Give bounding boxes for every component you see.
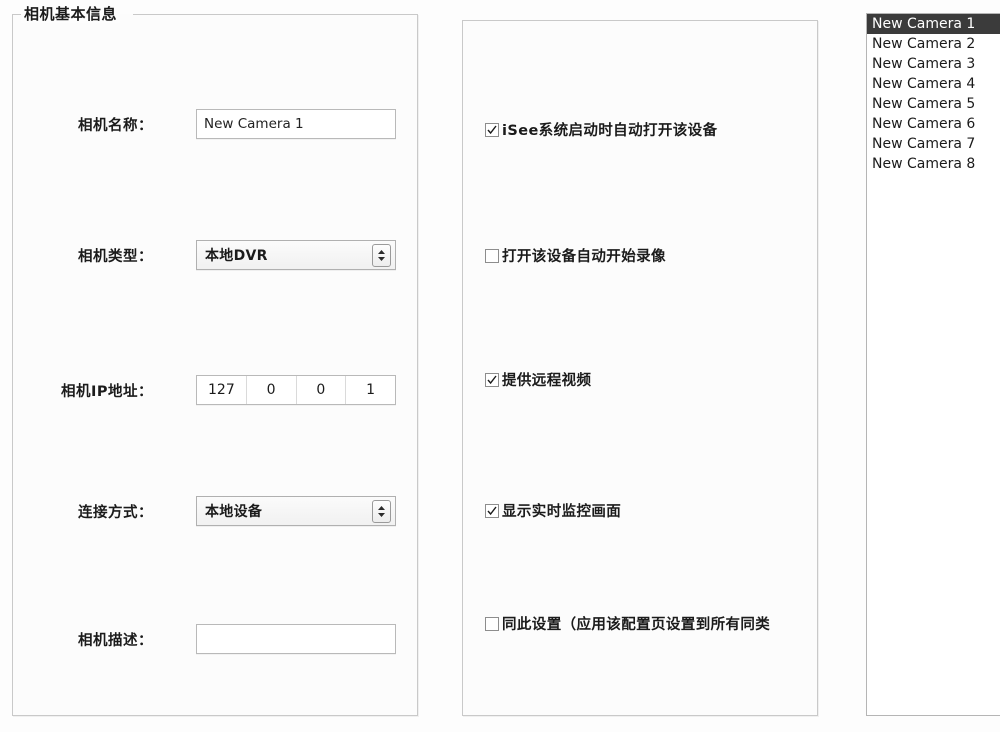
camera-list-panel[interactable]: New Camera 1 New Camera 2 New Camera 3 N… — [866, 13, 1000, 716]
camera-name-label: 相机名称： — [78, 117, 153, 134]
form-row-camera-type: 相机类型： 本地DVR — [13, 238, 417, 272]
checkbox-apply-all-label: 同此设置（应用该配置页设置到所有同类 — [502, 617, 771, 633]
list-item[interactable]: New Camera 8 — [867, 154, 1000, 174]
camera-description-control — [196, 624, 396, 654]
checkbox-autorecord-box[interactable] — [485, 248, 499, 263]
checkbox-live-view-label: 显示实时监控画面 — [502, 504, 622, 520]
camera-type-combobox[interactable]: 本地DVR — [196, 240, 396, 270]
camera-options-panel: iSee系统启动时自动打开该设备 打开该设备自动开始录像 提供远程视频 显示实时… — [462, 20, 818, 716]
list-item[interactable]: New Camera 3 — [867, 54, 1000, 74]
camera-type-control: 本地DVR — [196, 240, 396, 270]
camera-description-input[interactable] — [196, 624, 396, 654]
checkbox-row-apply-all[interactable]: 同此设置（应用该配置页设置到所有同类 — [485, 613, 770, 634]
camera-type-value: 本地DVR — [205, 248, 268, 264]
connection-type-label: 连接方式： — [78, 504, 153, 521]
updown-arrow-icon[interactable] — [372, 500, 391, 523]
checkbox-autostart-label: iSee系统启动时自动打开该设备 — [502, 123, 718, 139]
connection-type-control: 本地设备 — [196, 496, 396, 526]
camera-ip-label: 相机IP地址： — [60, 383, 153, 400]
ip-octet-2[interactable]: 0 — [247, 376, 297, 404]
list-item[interactable]: New Camera 2 — [867, 34, 1000, 54]
camera-type-label: 相机类型： — [78, 248, 153, 265]
camera-description-label: 相机描述： — [78, 632, 153, 649]
ip-octet-1[interactable]: 127 — [197, 376, 247, 404]
camera-ip-address-field[interactable]: 127 0 0 1 — [196, 375, 396, 405]
group-border-left-segment — [12, 14, 21, 15]
list-item[interactable]: New Camera 6 — [867, 114, 1000, 134]
camera-name-control — [196, 109, 396, 139]
ip-octet-4[interactable]: 1 — [346, 376, 395, 404]
checkbox-remote-video-box[interactable] — [485, 372, 499, 387]
list-item[interactable]: New Camera 7 — [867, 134, 1000, 154]
list-item[interactable]: New Camera 1 — [867, 14, 1000, 34]
checkbox-live-view-box[interactable] — [485, 503, 499, 518]
camera-name-input[interactable] — [196, 109, 396, 139]
form-row-connection-type: 连接方式： 本地设备 — [13, 494, 417, 528]
camera-ip-control: 127 0 0 1 — [196, 375, 396, 405]
form-row-camera-name: 相机名称： — [13, 107, 417, 141]
checkbox-autorecord-label: 打开该设备自动开始录像 — [502, 249, 666, 265]
connection-type-value: 本地设备 — [205, 504, 263, 520]
connection-type-combobox[interactable]: 本地设备 — [196, 496, 396, 526]
camera-basic-info-title: 相机基本信息 — [21, 5, 121, 23]
checkbox-remote-video-label: 提供远程视频 — [502, 373, 592, 389]
updown-arrow-icon[interactable] — [372, 244, 391, 267]
form-row-camera-ip: 相机IP地址： 127 0 0 1 — [13, 373, 417, 407]
checkbox-row-live-view[interactable]: 显示实时监控画面 — [485, 500, 621, 521]
checkbox-row-autostart[interactable]: iSee系统启动时自动打开该设备 — [485, 119, 717, 140]
group-border-right-segment — [133, 14, 418, 15]
checkbox-row-remote-video[interactable]: 提供远程视频 — [485, 369, 591, 390]
checkbox-row-autorecord[interactable]: 打开该设备自动开始录像 — [485, 245, 666, 266]
list-item[interactable]: New Camera 4 — [867, 74, 1000, 94]
list-item[interactable]: New Camera 5 — [867, 94, 1000, 114]
camera-basic-info-panel: 相机基本信息 相机名称： 相机类型： 本地DVR 相机IP地址： — [12, 5, 418, 716]
checkbox-apply-all-box[interactable] — [485, 616, 499, 631]
form-row-camera-description: 相机描述： — [13, 622, 417, 656]
ip-octet-3[interactable]: 0 — [297, 376, 347, 404]
checkbox-autostart-box[interactable] — [485, 122, 499, 137]
